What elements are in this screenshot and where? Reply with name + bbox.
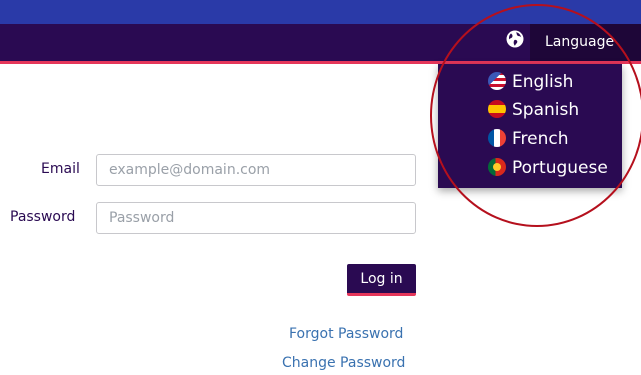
language-option-label: Spanish: [512, 100, 580, 120]
flag-es-icon: [488, 100, 506, 118]
flag-pt-icon: [488, 158, 506, 176]
language-option-label: English: [512, 72, 574, 92]
flag-us-icon: [488, 72, 506, 90]
language-button[interactable]: Language: [530, 24, 641, 61]
language-option-label: French: [512, 129, 569, 149]
top-strip: [0, 0, 641, 24]
globe-icon[interactable]: [505, 29, 525, 49]
navbar: Language: [0, 24, 641, 64]
language-option-french[interactable]: French: [488, 125, 569, 153]
email-field[interactable]: [96, 154, 416, 186]
login-button[interactable]: Log in: [347, 264, 416, 296]
language-option-english[interactable]: English: [488, 68, 573, 96]
language-option-label: Portuguese: [512, 158, 608, 178]
language-option-spanish[interactable]: Spanish: [488, 96, 579, 124]
flag-fr-icon: [488, 129, 506, 147]
language-dropdown-menu: English Spanish French Portuguese: [438, 64, 622, 188]
forgot-password-link[interactable]: Forgot Password: [289, 326, 403, 342]
password-label: Password: [10, 209, 76, 225]
password-field[interactable]: [96, 202, 416, 234]
change-password-link[interactable]: Change Password: [282, 355, 405, 371]
language-option-portuguese[interactable]: Portuguese: [488, 154, 608, 182]
email-label: Email: [41, 161, 80, 177]
